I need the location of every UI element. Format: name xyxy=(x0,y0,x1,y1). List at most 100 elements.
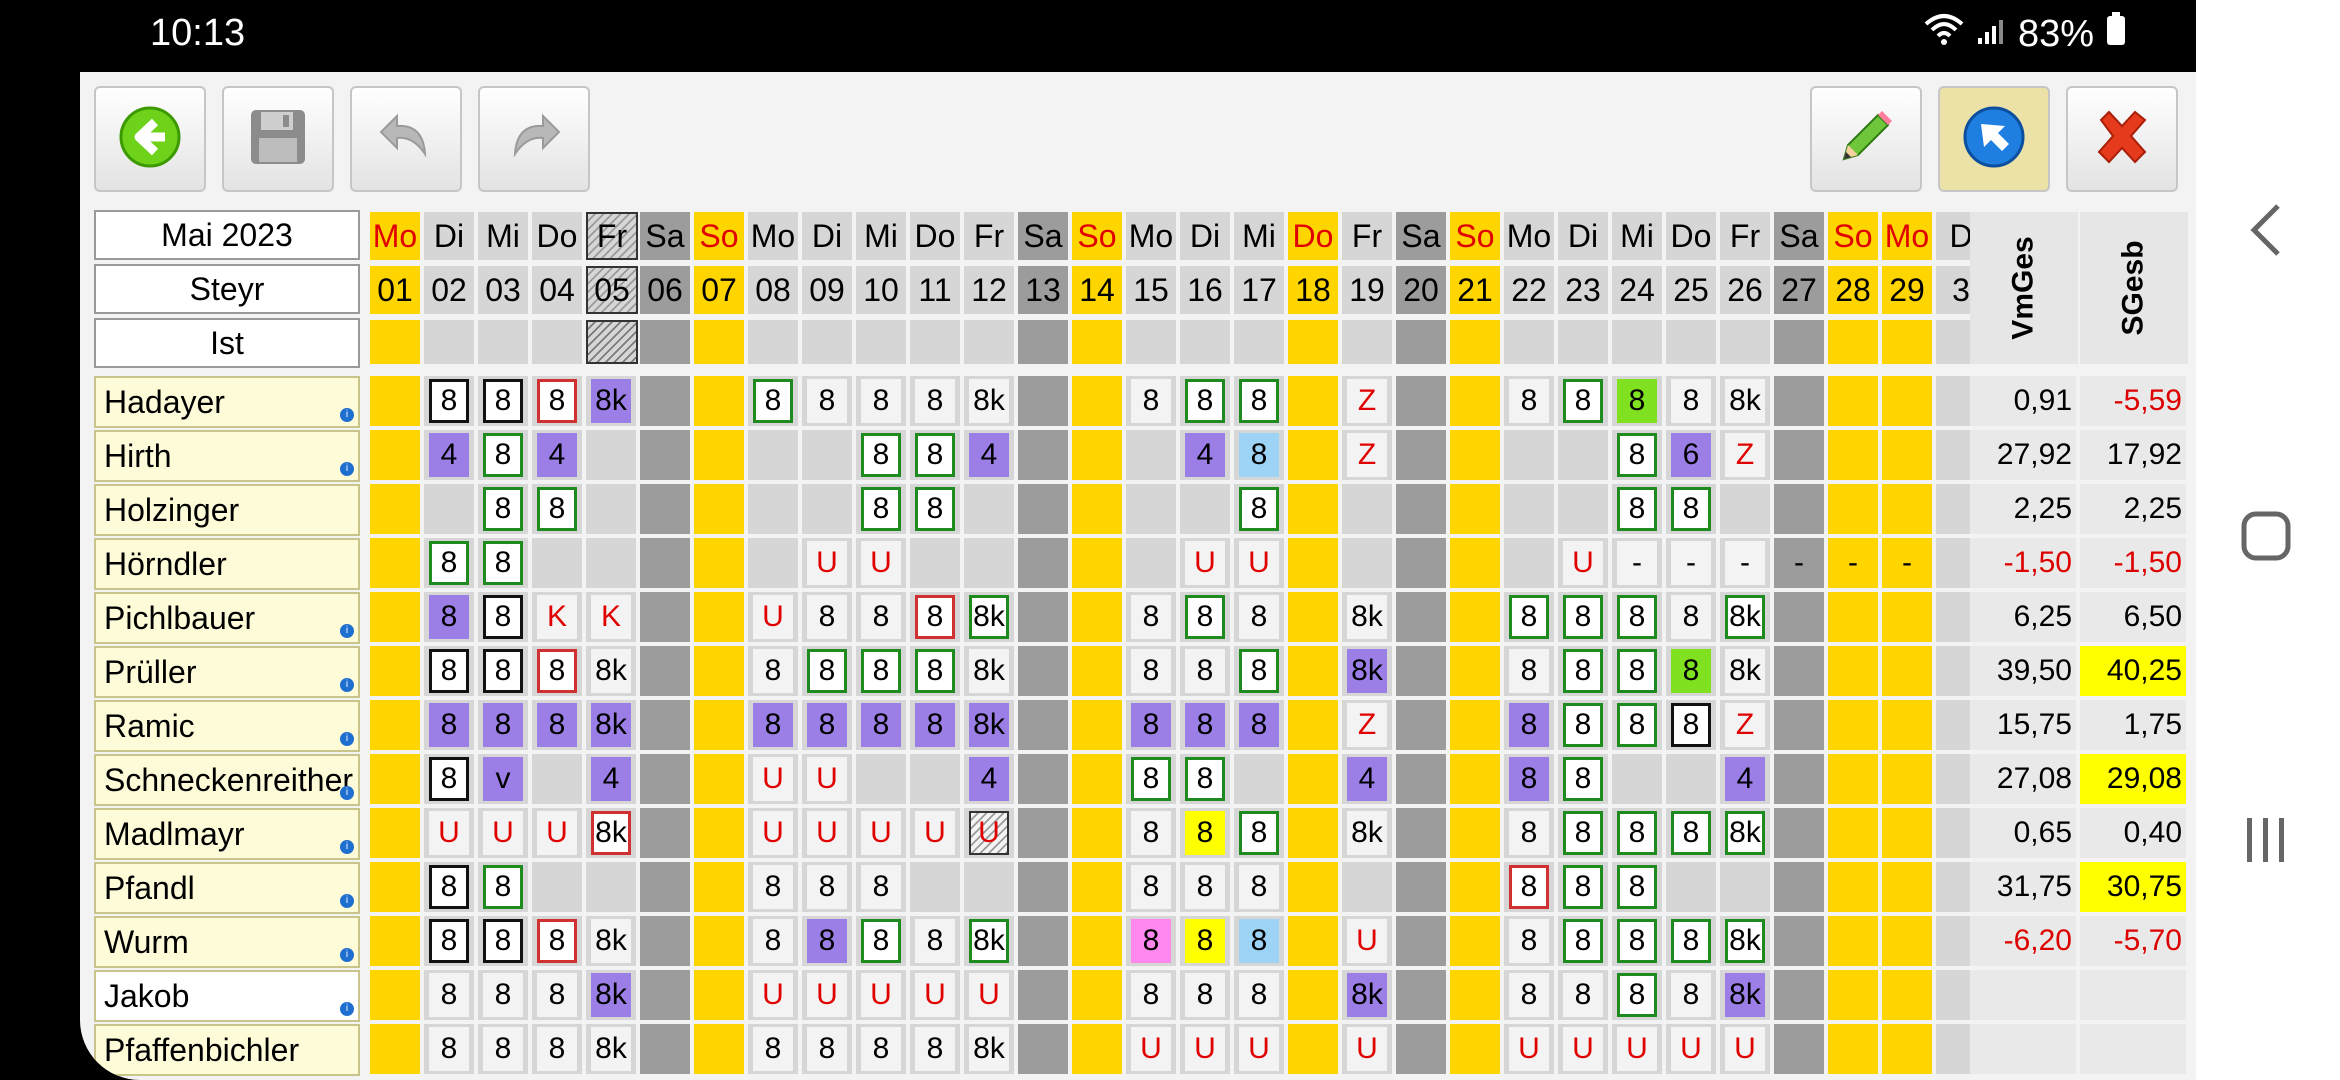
employee-name[interactable]: Madlmayr i xyxy=(94,808,360,860)
schedule-cell[interactable]: 8 xyxy=(802,376,854,426)
schedule-cell[interactable] xyxy=(1018,916,1070,966)
schedule-cell[interactable]: 4 xyxy=(964,754,1016,804)
schedule-cell[interactable] xyxy=(1882,808,1934,858)
employee-name[interactable]: Pfaffenbichler xyxy=(94,1024,360,1076)
schedule-cell[interactable]: 8 xyxy=(1666,970,1718,1020)
schedule-cell[interactable] xyxy=(370,592,422,642)
schedule-cell[interactable]: Z xyxy=(1342,430,1394,480)
schedule-cell[interactable]: 4 xyxy=(586,754,638,804)
schedule-cell[interactable]: U xyxy=(424,808,476,858)
schedule-cell[interactable] xyxy=(1126,430,1178,480)
schedule-cell[interactable]: 8 xyxy=(748,646,800,696)
schedule-cell[interactable] xyxy=(370,700,422,750)
schedule-cell[interactable] xyxy=(532,754,584,804)
schedule-cell[interactable] xyxy=(1072,916,1124,966)
schedule-cell[interactable] xyxy=(1882,754,1934,804)
schedule-cell[interactable]: 8 xyxy=(478,376,530,426)
schedule-cell[interactable] xyxy=(802,430,854,480)
schedule-cell[interactable]: 4 xyxy=(1342,754,1394,804)
schedule-cell[interactable]: 8 xyxy=(424,916,476,966)
schedule-cell[interactable]: U xyxy=(1504,1024,1556,1074)
schedule-cell[interactable]: 8 xyxy=(1234,592,1286,642)
schedule-cell[interactable] xyxy=(370,376,422,426)
schedule-cell[interactable] xyxy=(640,970,692,1020)
schedule-cell[interactable]: 8 xyxy=(424,970,476,1020)
schedule-cell[interactable]: 8 xyxy=(424,592,476,642)
schedule-cell[interactable]: Z xyxy=(1342,376,1394,426)
schedule-cell[interactable] xyxy=(1072,646,1124,696)
schedule-cell[interactable]: 8 xyxy=(910,376,962,426)
day-number-12[interactable]: 12 xyxy=(964,266,1016,314)
schedule-cell[interactable]: 8 xyxy=(1126,754,1178,804)
schedule-cell[interactable]: U xyxy=(1234,1024,1286,1074)
schedule-cell[interactable]: 8 xyxy=(532,376,584,426)
schedule-cell[interactable]: 8 xyxy=(748,700,800,750)
schedule-cell[interactable]: U xyxy=(1558,538,1610,588)
schedule-cell[interactable] xyxy=(640,1024,692,1074)
schedule-cell[interactable]: 8 xyxy=(910,484,962,534)
schedule-cell[interactable] xyxy=(1828,484,1880,534)
schedule-cell[interactable]: - xyxy=(1612,538,1664,588)
schedule-cell[interactable]: 8 xyxy=(1504,970,1556,1020)
schedule-cell[interactable] xyxy=(1612,754,1664,804)
day-number-21[interactable]: 21 xyxy=(1450,266,1502,314)
schedule-cell[interactable] xyxy=(1882,1024,1934,1074)
schedule-cell[interactable] xyxy=(694,376,746,426)
schedule-cell[interactable] xyxy=(1396,916,1448,966)
schedule-cell[interactable]: 8 xyxy=(1612,484,1664,534)
schedule-cell[interactable]: - xyxy=(1720,538,1772,588)
schedule-cell[interactable]: 8 xyxy=(856,700,908,750)
schedule-cell[interactable]: 8 xyxy=(1612,376,1664,426)
schedule-cell[interactable]: 8 xyxy=(856,592,908,642)
info-icon[interactable]: i xyxy=(340,840,354,854)
schedule-cell[interactable] xyxy=(1288,592,1340,642)
schedule-cell[interactable] xyxy=(1396,970,1448,1020)
schedule-cell[interactable] xyxy=(370,484,422,534)
schedule-cell[interactable] xyxy=(1288,754,1340,804)
schedule-cell[interactable] xyxy=(1396,700,1448,750)
day-number-01[interactable]: 01 xyxy=(370,266,422,314)
schedule-cell[interactable]: 8 xyxy=(748,862,800,912)
employee-name[interactable]: Jakob i xyxy=(94,970,360,1022)
info-icon[interactable]: i xyxy=(340,408,354,422)
schedule-cell[interactable] xyxy=(1072,592,1124,642)
save-button[interactable] xyxy=(222,86,334,192)
schedule-cell[interactable]: 4 xyxy=(532,430,584,480)
day-number-05[interactable]: 05 xyxy=(586,266,638,314)
schedule-cell[interactable]: 8 xyxy=(910,1024,962,1074)
schedule-cell[interactable] xyxy=(1828,862,1880,912)
schedule-cell[interactable]: 8k xyxy=(1342,808,1394,858)
schedule-cell[interactable]: Z xyxy=(1720,430,1772,480)
schedule-cell[interactable] xyxy=(1072,754,1124,804)
schedule-cell[interactable]: 8 xyxy=(802,700,854,750)
schedule-cell[interactable] xyxy=(1288,538,1340,588)
schedule-cell[interactable] xyxy=(1018,484,1070,534)
schedule-cell[interactable]: 8 xyxy=(478,1024,530,1074)
schedule-cell[interactable] xyxy=(1072,970,1124,1020)
schedule-cell[interactable]: 8 xyxy=(1666,484,1718,534)
schedule-cell[interactable]: 8 xyxy=(1558,754,1610,804)
info-icon[interactable]: i xyxy=(340,948,354,962)
schedule-cell[interactable]: U xyxy=(1558,1024,1610,1074)
schedule-cell[interactable]: 8 xyxy=(1504,916,1556,966)
schedule-cell[interactable]: 8 xyxy=(1504,754,1556,804)
schedule-cell[interactable]: 8k xyxy=(586,808,638,858)
schedule-cell[interactable] xyxy=(532,538,584,588)
schedule-cell[interactable]: 8 xyxy=(1126,700,1178,750)
schedule-cell[interactable]: 8 xyxy=(1558,646,1610,696)
schedule-cell[interactable] xyxy=(1072,862,1124,912)
schedule-cell[interactable]: 8 xyxy=(748,376,800,426)
schedule-cell[interactable]: 8k xyxy=(586,700,638,750)
schedule-cell[interactable]: U xyxy=(478,808,530,858)
schedule-cell[interactable] xyxy=(1774,646,1826,696)
day-number-29[interactable]: 29 xyxy=(1882,266,1934,314)
schedule-cell[interactable]: 8 xyxy=(424,1024,476,1074)
schedule-cell[interactable]: 8 xyxy=(478,700,530,750)
day-number-02[interactable]: 02 xyxy=(424,266,476,314)
schedule-cell[interactable]: 8 xyxy=(1612,430,1664,480)
schedule-cell[interactable]: U xyxy=(964,808,1016,858)
employee-name[interactable]: Hörndler xyxy=(94,538,360,590)
schedule-cell[interactable] xyxy=(1450,754,1502,804)
schedule-cell[interactable] xyxy=(1018,700,1070,750)
day-number-24[interactable]: 24 xyxy=(1612,266,1664,314)
